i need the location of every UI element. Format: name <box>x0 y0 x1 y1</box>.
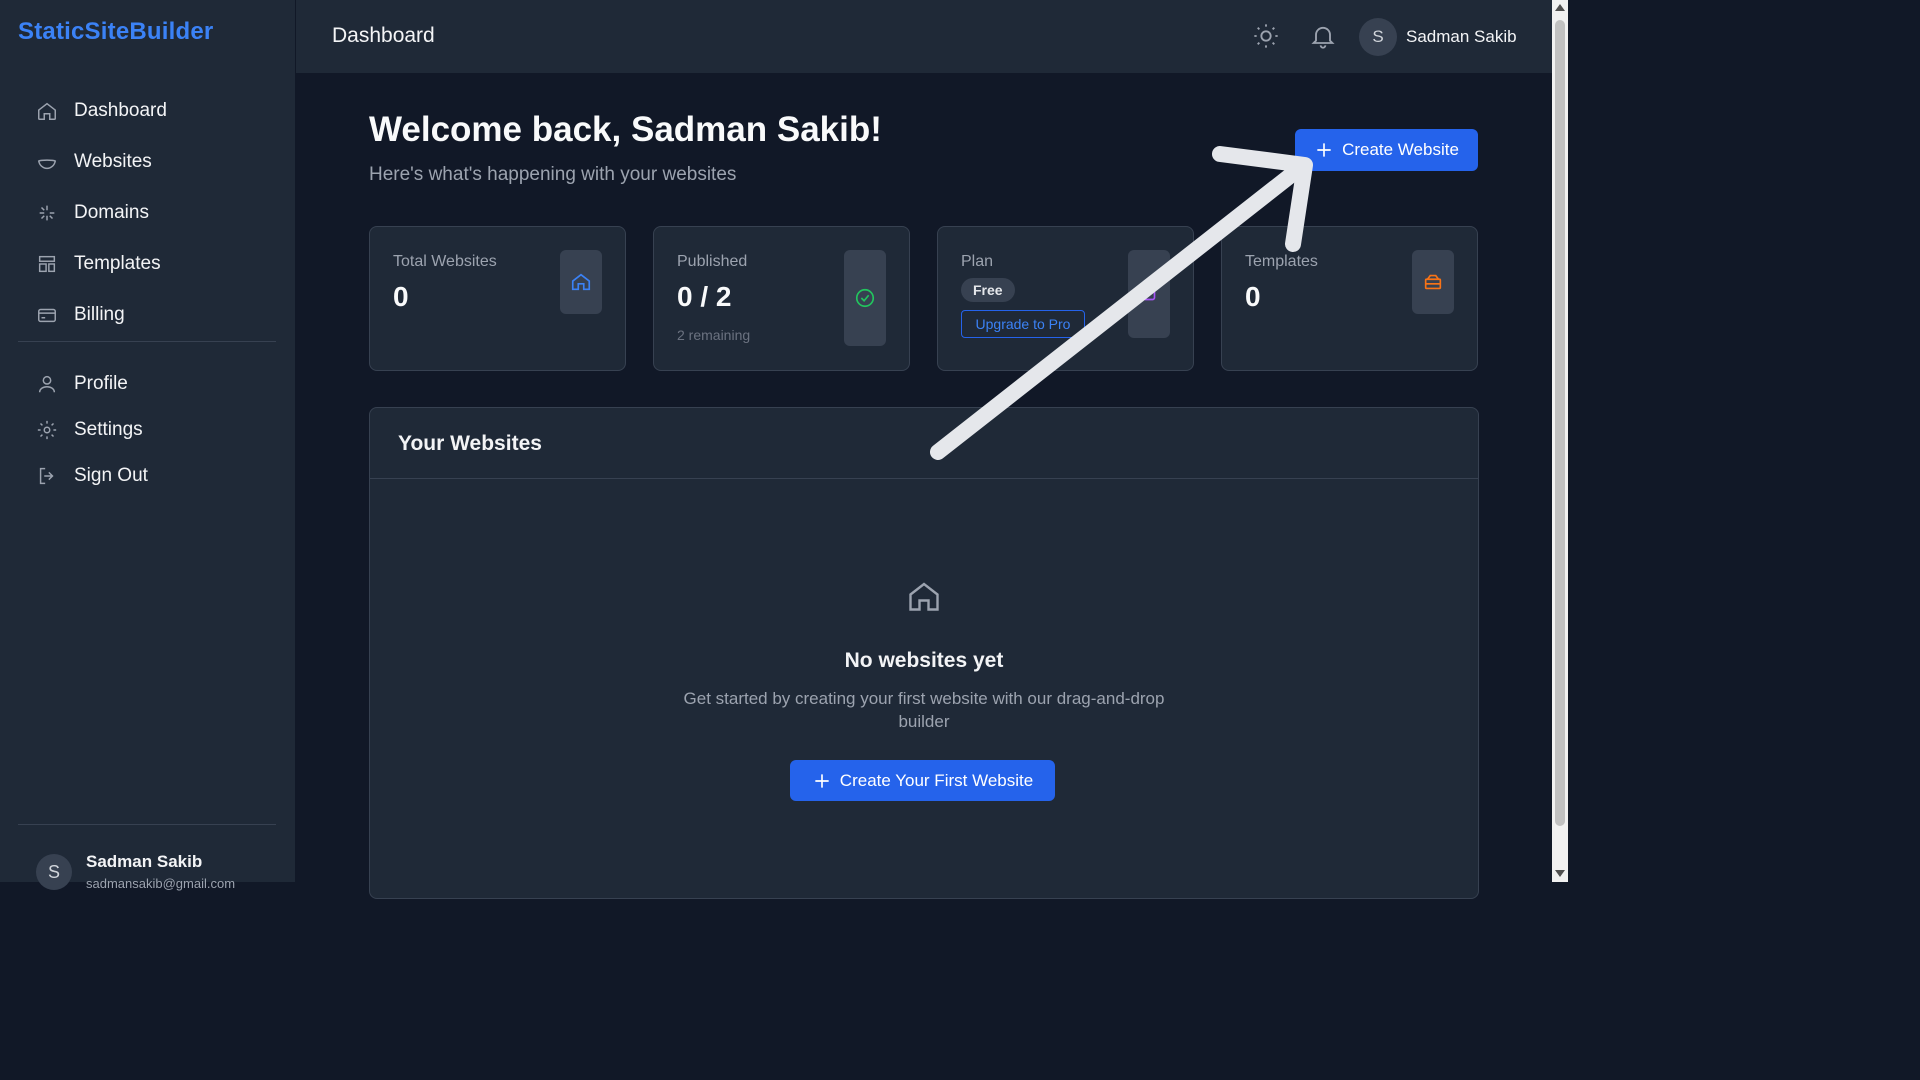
sidebar-item-profile[interactable]: Profile <box>18 361 276 407</box>
stat-value: 0 / 2 <box>677 281 732 312</box>
create-website-button[interactable]: Create Website <box>1295 129 1478 171</box>
welcome-subtitle: Here's what's happening with your websit… <box>369 164 737 185</box>
avatar: S <box>1359 18 1397 56</box>
plus-icon <box>815 773 829 788</box>
stat-icon-box <box>844 250 886 346</box>
bell-icon[interactable] <box>1309 22 1337 50</box>
sidebar: StaticSiteBuilder Dashboard Websites Dom… <box>0 0 296 891</box>
nav-divider <box>18 341 276 342</box>
sidebar-user-name: Sadman Sakib <box>86 852 203 871</box>
sidebar-item-label: Settings <box>74 419 143 440</box>
credit-card-icon <box>38 308 56 323</box>
scroll-down-arrow-icon[interactable] <box>1555 870 1565 877</box>
sign-out-icon <box>39 467 54 485</box>
sidebar-item-label: Sign Out <box>74 465 148 486</box>
avatar: S <box>36 854 72 890</box>
stat-card-total-websites: Total Websites 0 <box>369 226 626 371</box>
user-name: Sadman Sakib <box>1406 27 1517 46</box>
websites-panel: Your Websites No websites yet Get starte… <box>369 407 1479 899</box>
user-icon <box>38 375 56 393</box>
user-menu[interactable]: S Sadman Sakib <box>1359 18 1517 56</box>
sidebar-item-billing[interactable]: Billing <box>18 292 276 338</box>
sidebar-item-label: Websites <box>74 151 152 172</box>
stat-label: Templates <box>1245 253 1318 270</box>
stat-note: 2 remaining <box>677 327 751 343</box>
welcome-heading: Welcome back, Sadman Sakib! <box>369 110 882 149</box>
layout-icon <box>38 255 56 273</box>
check-circle-icon <box>855 288 875 308</box>
stack-icon <box>1424 274 1442 290</box>
empty-state-description: Get started by creating your first websi… <box>683 689 1165 731</box>
stat-value: 0 <box>393 281 409 312</box>
sidebar-item-label: Templates <box>74 253 161 274</box>
home-icon <box>909 582 939 611</box>
sparkle-icon <box>39 205 55 221</box>
sidebar-nav: Dashboard Websites Domains Templates Bil… <box>18 88 276 499</box>
stat-value: 0 <box>1245 281 1261 312</box>
empty-state-title: No websites yet <box>844 649 1004 672</box>
stat-card-published: Published 0 / 2 2 remaining <box>653 226 910 371</box>
sidebar-item-templates[interactable]: Templates <box>18 241 276 287</box>
stat-label: Plan <box>961 253 994 270</box>
stat-icon-box <box>1128 250 1170 338</box>
sidebar-user[interactable]: S Sadman Sakib sadmansakib@gmail.com <box>36 852 235 891</box>
topbar: Dashboard S Sadman Sakib <box>296 0 1552 74</box>
gear-icon <box>37 420 57 440</box>
create-first-website-button[interactable]: Create Your First Website <box>790 760 1055 801</box>
sidebar-item-label: Profile <box>74 373 128 394</box>
stat-label: Published <box>677 253 748 270</box>
create-website-label: Create Website <box>1342 140 1459 159</box>
panel-title: Your Websites <box>398 432 542 455</box>
plus-icon <box>1317 143 1331 157</box>
sidebar-item-label: Domains <box>74 202 149 223</box>
scroll-up-arrow-icon[interactable] <box>1555 4 1565 11</box>
sidebar-item-websites[interactable]: Websites <box>18 139 276 185</box>
footer-divider <box>18 824 276 825</box>
stat-label: Total Websites <box>393 253 497 270</box>
sidebar-item-label: Dashboard <box>74 100 167 121</box>
tag-icon <box>1142 289 1156 301</box>
sun-icon[interactable] <box>1252 22 1280 50</box>
create-first-website-label: Create Your First Website <box>839 770 1034 790</box>
stat-card-plan: Plan Free Upgrade to Pro <box>937 226 1194 371</box>
stat-icon-box <box>1412 250 1454 314</box>
scrollbar-thumb[interactable] <box>1555 20 1565 826</box>
stat-icon-box <box>560 250 602 314</box>
sidebar-item-settings[interactable]: Settings <box>18 407 276 453</box>
home-icon <box>571 273 591 291</box>
sidebar-item-dashboard[interactable]: Dashboard <box>18 88 276 134</box>
sidebar-item-domains[interactable]: Domains <box>18 190 276 236</box>
stat-card-templates: Templates 0 <box>1221 226 1478 371</box>
home-icon <box>38 102 56 120</box>
sidebar-item-sign-out[interactable]: Sign Out <box>18 453 276 499</box>
plan-badge: Free <box>961 278 1015 302</box>
sidebar-item-label: Billing <box>74 304 125 325</box>
sidebar-user-email: sadmansakib@gmail.com <box>86 876 236 891</box>
brand-logo[interactable]: StaticSiteBuilder <box>18 18 213 46</box>
upgrade-button[interactable]: Upgrade to Pro <box>961 310 1085 338</box>
bowl-icon <box>37 159 57 170</box>
page-title: Dashboard <box>332 24 435 47</box>
scrollbar[interactable] <box>1552 0 1568 882</box>
